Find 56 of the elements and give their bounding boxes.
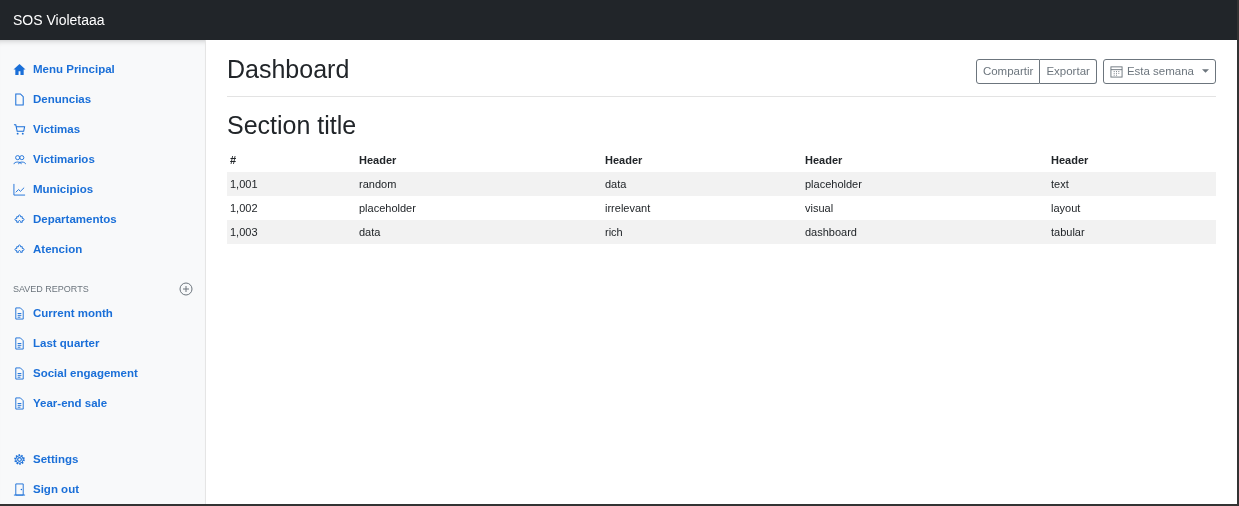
- column-header: Header: [356, 148, 602, 172]
- brand-title[interactable]: SOS Violetaaa: [13, 12, 105, 28]
- page-title: Dashboard: [227, 53, 350, 84]
- calendar-icon: [1109, 64, 1123, 78]
- column-header: Header: [602, 148, 802, 172]
- table-cell: visual: [802, 196, 1048, 220]
- sidebar-link[interactable]: Victimas: [0, 114, 205, 144]
- column-header: Header: [802, 148, 1048, 172]
- table-cell: data: [356, 220, 602, 244]
- document-icon: [13, 396, 26, 410]
- document-icon: [13, 336, 26, 350]
- sidebar-link[interactable]: Victimarios: [0, 144, 205, 174]
- sidebar-link[interactable]: Municipios: [0, 174, 205, 204]
- toolbar-button[interactable]: Exportar: [1040, 58, 1097, 84]
- sidebar-link[interactable]: Current month: [0, 298, 205, 328]
- column-header: Header: [1048, 148, 1216, 172]
- sidebar-link[interactable]: Last quarter: [0, 328, 205, 358]
- puzzle-icon: [13, 212, 26, 226]
- column-header: #: [227, 148, 356, 172]
- section-heading: SAVED REPORTS: [13, 284, 89, 294]
- toolbar-button[interactable]: Compartir: [975, 58, 1041, 84]
- table-cell: 1,003: [227, 220, 356, 244]
- sidebar-link[interactable]: Menu Principal: [0, 54, 205, 84]
- table-cell: text: [1048, 172, 1216, 196]
- table-cell: random: [356, 172, 602, 196]
- settings-icon: [13, 452, 26, 466]
- document-icon: [13, 92, 26, 106]
- sidebar-link[interactable]: Sign out: [0, 474, 205, 504]
- document-icon: [13, 306, 26, 320]
- period-dropdown[interactable]: Esta semana: [1102, 58, 1216, 84]
- line-chart-icon: [13, 182, 26, 196]
- table-cell: layout: [1048, 196, 1216, 220]
- document-icon: [13, 366, 26, 380]
- add-icon[interactable]: [179, 282, 193, 296]
- table-cell: 1,002: [227, 196, 356, 220]
- sidebar-link[interactable]: Atencion: [0, 234, 205, 264]
- sidebar-link[interactable]: Denuncias: [0, 84, 205, 114]
- door-icon: [13, 482, 26, 496]
- table-cell: dashboard: [802, 220, 1048, 244]
- table-cell: 1,001: [227, 172, 356, 196]
- table-cell: placeholder: [356, 196, 602, 220]
- table-cell: placeholder: [802, 172, 1048, 196]
- sidebar-link[interactable]: Social engagement: [0, 358, 205, 388]
- cart-icon: [13, 122, 26, 136]
- sidebar-link[interactable]: Departamentos: [0, 204, 205, 234]
- people-icon: [13, 152, 26, 166]
- table-cell: rich: [602, 220, 802, 244]
- caret-icon: [1202, 68, 1209, 74]
- section-title: Section title: [227, 111, 358, 140]
- table-cell: data: [602, 172, 802, 196]
- sidebar-link[interactable]: Settings: [0, 444, 205, 474]
- table-cell: tabular: [1048, 220, 1216, 244]
- sidebar-link[interactable]: Year-end sale: [0, 388, 205, 418]
- table-cell: irrelevant: [602, 196, 802, 220]
- home-icon: [13, 62, 26, 76]
- puzzle-icon: [13, 242, 26, 256]
